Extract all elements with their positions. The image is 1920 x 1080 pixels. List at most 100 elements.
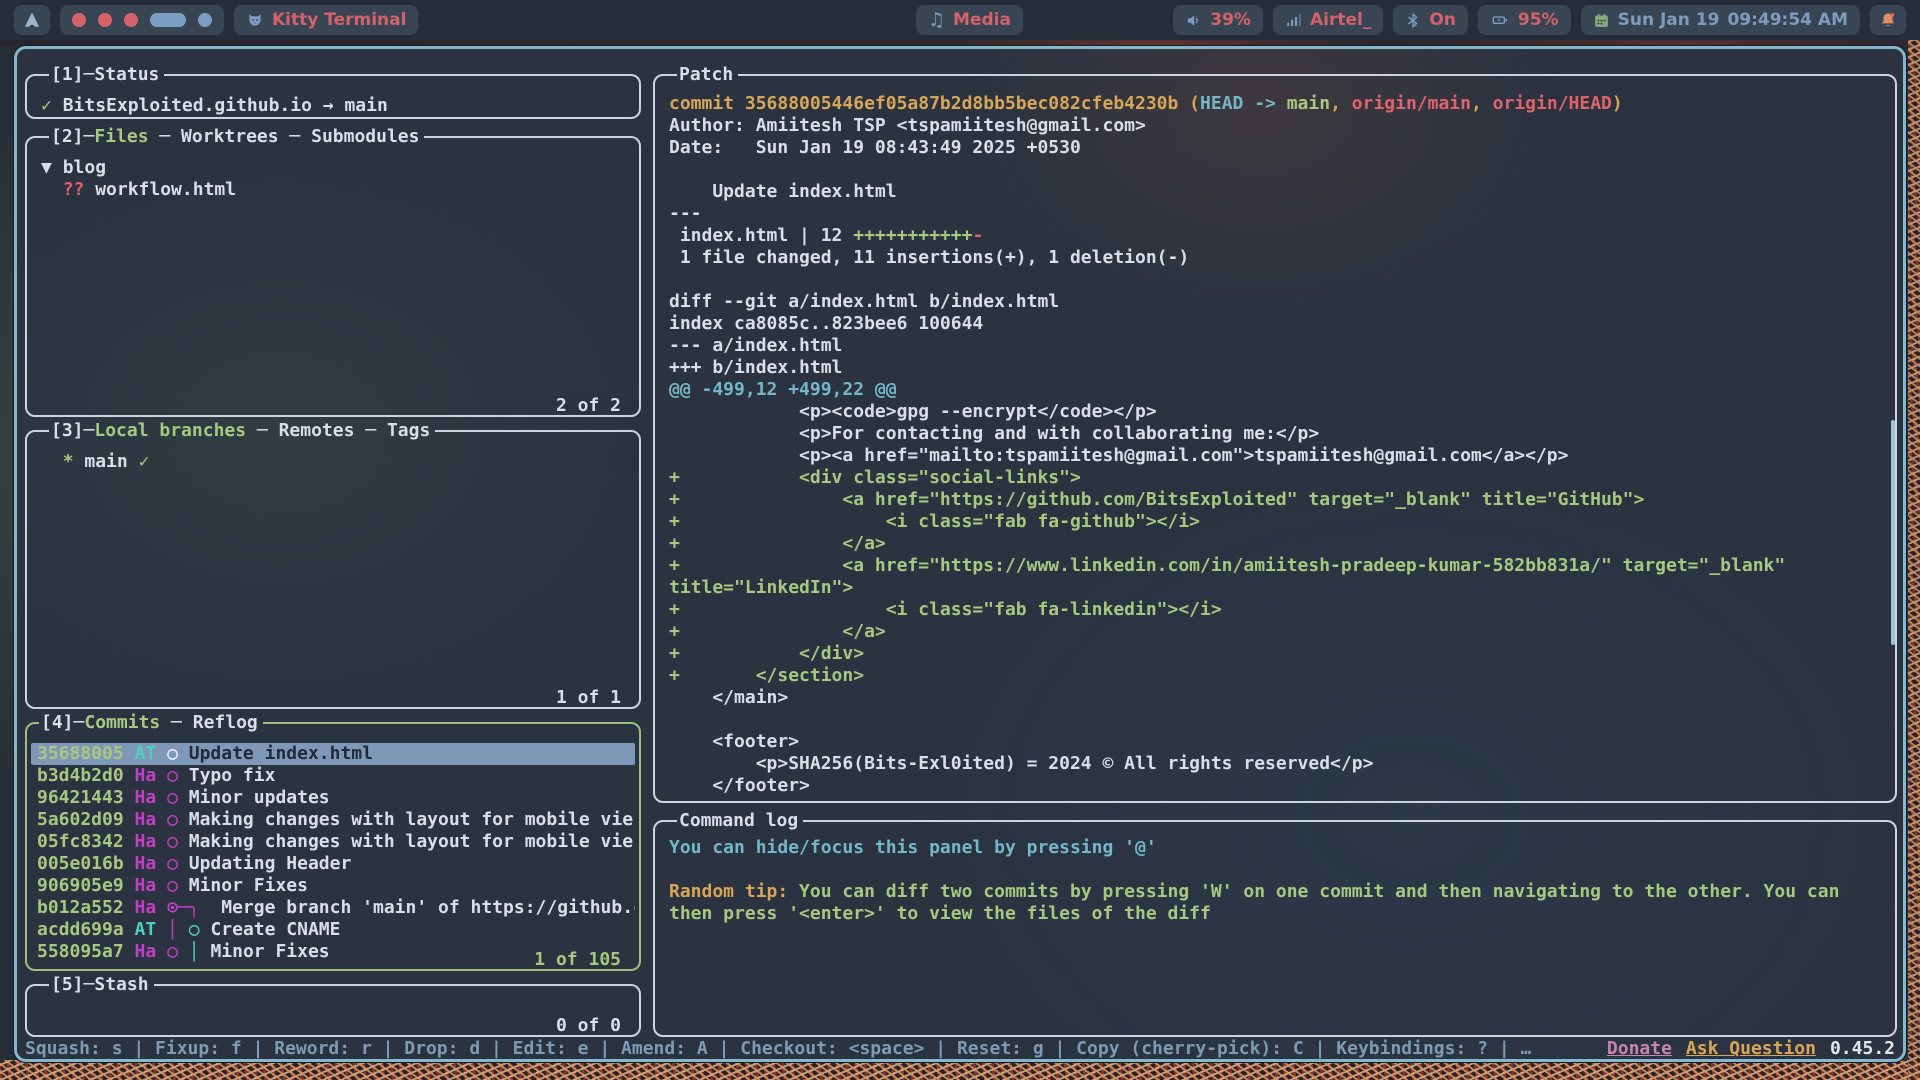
command-log-hint: You can hide/focus this panel by pressin…: [669, 837, 1881, 859]
tab-commits[interactable]: Commits: [84, 713, 160, 733]
tab-local-branches[interactable]: Local branches: [94, 421, 246, 441]
file-tree-dir[interactable]: ▼ blog: [41, 157, 625, 179]
commit-row[interactable]: acdd699a AT │ ○ Create CNAME: [31, 919, 635, 941]
graph-glyph: ○: [167, 765, 189, 786]
panel-commits[interactable]: [4]─Commits ─ Reflog 35688005 AT ○ Updat…: [25, 713, 641, 971]
bluetooth-icon: [1405, 12, 1421, 29]
tabs-files-rest[interactable]: ─ Worktrees ─ Submodules: [149, 127, 420, 147]
commit-row[interactable]: b012a552 Ha ⊙─╮ Merge branch 'main' of h…: [31, 897, 635, 919]
tab-files[interactable]: Files: [94, 127, 148, 147]
panel-patch[interactable]: Patch commit 35688005446ef05a87b2d8bb5be…: [653, 65, 1897, 803]
tab-stash[interactable]: Stash: [94, 975, 148, 995]
graph-glyph: ○: [167, 809, 189, 830]
ask-question-link[interactable]: Ask Question: [1686, 1038, 1816, 1060]
commit-hash: b012a552: [37, 897, 135, 918]
graph-glyph: ○: [167, 787, 189, 808]
commit-row[interactable]: 05fc8342 Ha ○ Making changes with layout…: [31, 831, 635, 853]
cat-icon: [246, 11, 264, 29]
diff-line: <p>For contacting and with collaborating…: [669, 423, 1881, 445]
deletion-mark: -: [972, 225, 983, 246]
workspace-active-indicator[interactable]: [150, 13, 186, 27]
commit-author-tag: Ha: [135, 765, 168, 786]
commit-author-line: Author: Amiitesh TSP <tspamiitesh@gmail.…: [669, 115, 1881, 137]
arch-logo-icon: [23, 11, 41, 29]
notification-widget[interactable]: [1870, 5, 1906, 35]
workspace-dot[interactable]: [72, 13, 86, 27]
clock-time: 09:49:54 AM: [1727, 10, 1848, 30]
panel-branches[interactable]: [3]─Local branches ─ Remotes ─ Tags * ma…: [25, 421, 641, 709]
app-version: 0.45.2: [1830, 1038, 1895, 1060]
branch-row[interactable]: * main ✓: [41, 451, 625, 473]
commit-hash: 005e016b: [37, 853, 135, 874]
panel-status[interactable]: [1]─Status ✓ BitsExploited.github.io → m…: [25, 65, 641, 119]
panel-status-title[interactable]: [1]─Status: [49, 65, 164, 85]
commit-row[interactable]: 005e016b Ha ○ Updating Header: [31, 853, 635, 875]
workspace-dot[interactable]: [198, 13, 212, 27]
launcher-button[interactable]: [14, 5, 50, 35]
status-line: ✓ BitsExploited.github.io → main: [41, 95, 625, 117]
diff-line: @@ -499,12 +499,22 @@: [669, 379, 1881, 401]
commit-hash: acdd699a: [37, 919, 135, 940]
workspace-dot[interactable]: [124, 13, 138, 27]
current-branch: main: [344, 95, 387, 116]
window-title-widget[interactable]: Kitty Terminal: [234, 5, 418, 35]
commit-author-tag: Ha: [135, 897, 168, 918]
diff-line: <p><a href="mailto:tspamiitesh@gmail.com…: [669, 445, 1881, 467]
panel-command-log-title: Command log: [677, 811, 803, 831]
diff-line: --- a/index.html: [669, 335, 1881, 357]
panel-files-title[interactable]: [2]─Files ─ Worktrees ─ Submodules: [49, 127, 424, 147]
commit-row[interactable]: 5a602d09 Ha ○ Making changes with layout…: [31, 809, 635, 831]
random-tip-label: Random tip:: [669, 881, 788, 902]
commit-hash: 05fc8342: [37, 831, 135, 852]
volume-widget[interactable]: 39%: [1173, 5, 1263, 35]
commit-author-tag: AT: [135, 919, 168, 940]
diff-line: + <div class="social-links">: [669, 467, 1881, 489]
workspace-switcher[interactable]: [60, 5, 224, 35]
panel-commits-title[interactable]: [4]─Commits ─ Reflog: [39, 713, 263, 733]
panel-stash[interactable]: [5]─Stash 0 of 0: [25, 975, 641, 1037]
tab-status[interactable]: Status: [94, 65, 159, 85]
commit-hash: 5a602d09: [37, 809, 135, 830]
commit-header-line: commit 35688005446ef05a87b2d8bb5bec082cf…: [669, 93, 1881, 115]
music-note-icon: ♫: [928, 11, 945, 30]
diff-line: [669, 709, 1881, 731]
panel-command-log[interactable]: Command log You can hide/focus this pane…: [653, 811, 1897, 1037]
scrollbar-thumb[interactable]: [1891, 420, 1895, 645]
commit-message: Minor updates: [189, 787, 330, 808]
panel-stash-title[interactable]: [5]─Stash: [49, 975, 154, 995]
workspace-dot[interactable]: [98, 13, 112, 27]
random-tip-line: Random tip: You can diff two commits by …: [669, 881, 1881, 903]
commit-row[interactable]: b3d4b2d0 Ha ○ Typo fix: [31, 765, 635, 787]
commit-row[interactable]: 906905e9 Ha ○ Minor Fixes: [31, 875, 635, 897]
network-widget[interactable]: Airtel_: [1273, 5, 1383, 35]
commit-row[interactable]: 35688005 AT ○ Update index.html: [31, 743, 635, 765]
tab-reflog[interactable]: ─ Reflog: [160, 713, 258, 733]
bell-icon: [1879, 11, 1897, 29]
commit-author-tag: Ha: [135, 831, 168, 852]
commit-list: 35688005 AT ○ Update index.html b3d4b2d0…: [31, 743, 635, 963]
bluetooth-widget[interactable]: On: [1393, 5, 1468, 35]
commit-message: Create CNAME: [210, 919, 340, 940]
battery-widget[interactable]: 95%: [1478, 5, 1571, 35]
chevron-down-icon: ▼: [41, 157, 63, 178]
panel-files[interactable]: [2]─Files ─ Worktrees ─ Submodules ▼ blo…: [25, 127, 641, 417]
media-label: Media: [953, 10, 1011, 30]
patch-line: ---: [669, 203, 1881, 225]
diff-line: + </div>: [669, 643, 1881, 665]
donate-link[interactable]: Donate: [1607, 1038, 1672, 1060]
panel-branches-title[interactable]: [3]─Local branches ─ Remotes ─ Tags: [49, 421, 435, 441]
media-widget[interactable]: ♫ Media: [916, 5, 1023, 35]
file-tree-item[interactable]: ?? workflow.html: [41, 179, 625, 201]
network-name: Airtel_: [1310, 10, 1371, 30]
keybinding-options: Squash: s | Fixup: f | Reword: r | Drop:…: [25, 1038, 1597, 1060]
graph-glyph: ○: [167, 853, 189, 874]
clock-widget[interactable]: Sun Jan 19 09:49:54 AM: [1581, 5, 1860, 35]
graph-glyph: ○: [167, 743, 189, 764]
commit-row[interactable]: 96421443 Ha ○ Minor updates: [31, 787, 635, 809]
commit-hash: b3d4b2d0: [37, 765, 135, 786]
diff-line: + </section>: [669, 665, 1881, 687]
diff-line: <footer>: [669, 731, 1881, 753]
tabs-branches-rest[interactable]: ─ Remotes ─ Tags: [246, 421, 430, 441]
insertions-marks: +++++++++++: [853, 225, 972, 246]
commits-count: 1 of 105: [530, 950, 625, 970]
